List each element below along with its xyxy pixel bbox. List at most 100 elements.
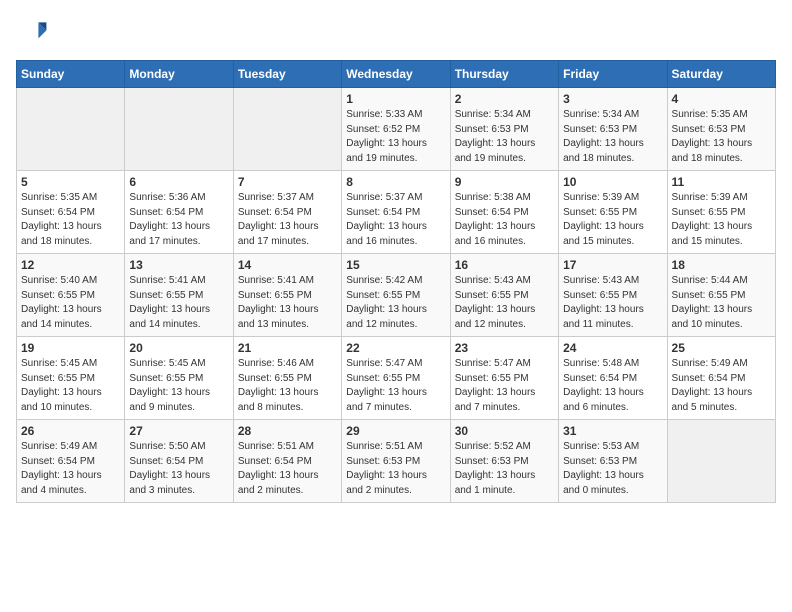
weekday-header-friday: Friday xyxy=(559,61,667,88)
calendar-cell: 16Sunrise: 5:43 AM Sunset: 6:55 PM Dayli… xyxy=(450,254,558,337)
day-info: Sunrise: 5:35 AM Sunset: 6:53 PM Dayligh… xyxy=(672,108,771,166)
calendar-cell: 2 Sunrise: 5:34 AM Sunset: 6:53 PM Daylig… xyxy=(450,88,558,171)
day-info: Sunrise: 5:51 AM Sunset: 6:54 PM Dayligh… xyxy=(238,440,337,498)
calendar-cell: 24 Sunrise: 5:48 AM Sunset: 6:54 PM Dayli… xyxy=(559,337,667,420)
day-number: 8 xyxy=(346,175,445,189)
weekday-header-tuesday: Tuesday xyxy=(233,61,341,88)
logo-icon xyxy=(16,16,48,48)
day-number: 7 xyxy=(238,175,337,189)
day-info: Sunrise: 5:50 AM Sunset: 6:54 PM Dayligh… xyxy=(129,440,228,498)
day-info: Sunrise: 5:49 AM Sunset: 6:54 PM Dayligh… xyxy=(672,357,771,415)
day-number: 23 xyxy=(455,341,554,355)
day-info: Sunrise: 5:43 AM Sunset: 6:55 PM Dayligh… xyxy=(563,274,662,332)
calendar-week-row: 26 Sunrise: 5:49 AM Sunset: 6:54 PM Dayli… xyxy=(17,420,776,503)
day-number: 12 xyxy=(21,258,120,272)
day-number: 10 xyxy=(563,175,662,189)
calendar-cell: 26 Sunrise: 5:49 AM Sunset: 6:54 PM Dayli… xyxy=(17,420,125,503)
day-info: Sunrise: 5:37 AM Sunset: 6:54 PM Dayligh… xyxy=(238,191,337,249)
calendar-week-row: 12 Sunrise: 5:40 AM Sunset: 6:55 PM Dayli… xyxy=(17,254,776,337)
calendar-cell: 12 Sunrise: 5:40 AM Sunset: 6:55 PM Dayli… xyxy=(17,254,125,337)
calendar-cell: 27 Sunrise: 5:50 AM Sunset: 6:54 PM Dayli… xyxy=(125,420,233,503)
calendar-cell: 17 Sunrise: 5:43 AM Sunset: 6:55 PM Dayli… xyxy=(559,254,667,337)
day-number: 4 xyxy=(672,92,771,106)
calendar-week-row: 5 Sunrise: 5:35 AM Sunset: 6:54 PM Daylig… xyxy=(17,171,776,254)
calendar-week-row: 1 Sunrise: 5:33 AM Sunset: 6:52 PM Daylig… xyxy=(17,88,776,171)
day-number: 27 xyxy=(129,424,228,438)
day-number: 21 xyxy=(238,341,337,355)
calendar-cell: 21 Sunrise: 5:46 AM Sunset: 6:55 PM Dayli… xyxy=(233,337,341,420)
day-number: 19 xyxy=(21,341,120,355)
day-info: Sunrise: 5:43 AM Sunset: 6:55 PM Dayligh… xyxy=(455,274,554,332)
logo xyxy=(16,16,52,48)
calendar-cell: 5 Sunrise: 5:35 AM Sunset: 6:54 PM Daylig… xyxy=(17,171,125,254)
day-info: Sunrise: 5:41 AM Sunset: 6:55 PM Dayligh… xyxy=(129,274,228,332)
day-info: Sunrise: 5:38 AM Sunset: 6:54 PM Dayligh… xyxy=(455,191,554,249)
calendar-cell: 18 Sunrise: 5:44 AM Sunset: 6:55 PM Dayli… xyxy=(667,254,775,337)
calendar-cell: 22 Sunrise: 5:47 AM Sunset: 6:55 PM Dayli… xyxy=(342,337,450,420)
calendar-cell: 15 Sunrise: 5:42 AM Sunset: 6:55 PM Dayli… xyxy=(342,254,450,337)
day-number: 15 xyxy=(346,258,445,272)
day-info: Sunrise: 5:46 AM Sunset: 6:55 PM Dayligh… xyxy=(238,357,337,415)
weekday-header-saturday: Saturday xyxy=(667,61,775,88)
day-number: 18 xyxy=(672,258,771,272)
weekday-header-monday: Monday xyxy=(125,61,233,88)
weekday-header-wednesday: Wednesday xyxy=(342,61,450,88)
calendar-cell: 28 Sunrise: 5:51 AM Sunset: 6:54 PM Dayli… xyxy=(233,420,341,503)
day-number: 1 xyxy=(346,92,445,106)
calendar-cell: 10 Sunrise: 5:39 AM Sunset: 6:55 PM Dayli… xyxy=(559,171,667,254)
day-info: Sunrise: 5:47 AM Sunset: 6:55 PM Dayligh… xyxy=(346,357,445,415)
calendar-cell: 4 Sunrise: 5:35 AM Sunset: 6:53 PM Daylig… xyxy=(667,88,775,171)
day-info: Sunrise: 5:35 AM Sunset: 6:54 PM Dayligh… xyxy=(21,191,120,249)
day-number: 2 xyxy=(455,92,554,106)
calendar-cell: 29 Sunrise: 5:51 AM Sunset: 6:53 PM Dayli… xyxy=(342,420,450,503)
day-info: Sunrise: 5:48 AM Sunset: 6:54 PM Dayligh… xyxy=(563,357,662,415)
page-header xyxy=(16,16,776,48)
calendar-cell: 20Sunrise: 5:45 AM Sunset: 6:55 PM Dayli… xyxy=(125,337,233,420)
day-number: 17 xyxy=(563,258,662,272)
day-info: Sunrise: 5:33 AM Sunset: 6:52 PM Dayligh… xyxy=(346,108,445,166)
day-info: Sunrise: 5:45 AM Sunset: 6:55 PM Dayligh… xyxy=(21,357,120,415)
day-number: 29 xyxy=(346,424,445,438)
calendar-cell: 30Sunrise: 5:52 AM Sunset: 6:53 PM Dayli… xyxy=(450,420,558,503)
day-info: Sunrise: 5:39 AM Sunset: 6:55 PM Dayligh… xyxy=(563,191,662,249)
day-info: Sunrise: 5:37 AM Sunset: 6:54 PM Dayligh… xyxy=(346,191,445,249)
calendar-cell: 14 Sunrise: 5:41 AM Sunset: 6:55 PM Dayli… xyxy=(233,254,341,337)
day-number: 31 xyxy=(563,424,662,438)
day-info: Sunrise: 5:36 AM Sunset: 6:54 PM Dayligh… xyxy=(129,191,228,249)
day-info: Sunrise: 5:34 AM Sunset: 6:53 PM Dayligh… xyxy=(563,108,662,166)
day-number: 6 xyxy=(129,175,228,189)
day-number: 24 xyxy=(563,341,662,355)
day-number: 22 xyxy=(346,341,445,355)
calendar-cell: 11Sunrise: 5:39 AM Sunset: 6:55 PM Dayli… xyxy=(667,171,775,254)
day-info: Sunrise: 5:42 AM Sunset: 6:55 PM Dayligh… xyxy=(346,274,445,332)
day-info: Sunrise: 5:44 AM Sunset: 6:55 PM Dayligh… xyxy=(672,274,771,332)
weekday-header-row: SundayMondayTuesdayWednesdayThursdayFrid… xyxy=(17,61,776,88)
calendar-cell xyxy=(125,88,233,171)
day-info: Sunrise: 5:45 AM Sunset: 6:55 PM Dayligh… xyxy=(129,357,228,415)
calendar-cell: 13 Sunrise: 5:41 AM Sunset: 6:55 PM Dayli… xyxy=(125,254,233,337)
calendar-cell: 9Sunrise: 5:38 AM Sunset: 6:54 PM Daylig… xyxy=(450,171,558,254)
calendar-cell: 8 Sunrise: 5:37 AM Sunset: 6:54 PM Daylig… xyxy=(342,171,450,254)
day-number: 5 xyxy=(21,175,120,189)
day-number: 30 xyxy=(455,424,554,438)
calendar-cell xyxy=(17,88,125,171)
day-info: Sunrise: 5:49 AM Sunset: 6:54 PM Dayligh… xyxy=(21,440,120,498)
day-number: 28 xyxy=(238,424,337,438)
day-number: 13 xyxy=(129,258,228,272)
day-info: Sunrise: 5:41 AM Sunset: 6:55 PM Dayligh… xyxy=(238,274,337,332)
calendar-cell xyxy=(667,420,775,503)
day-info: Sunrise: 5:40 AM Sunset: 6:55 PM Dayligh… xyxy=(21,274,120,332)
calendar-cell: 7 Sunrise: 5:37 AM Sunset: 6:54 PM Daylig… xyxy=(233,171,341,254)
calendar-cell: 23Sunrise: 5:47 AM Sunset: 6:55 PM Dayli… xyxy=(450,337,558,420)
calendar-cell: 1 Sunrise: 5:33 AM Sunset: 6:52 PM Daylig… xyxy=(342,88,450,171)
day-number: 25 xyxy=(672,341,771,355)
day-info: Sunrise: 5:51 AM Sunset: 6:53 PM Dayligh… xyxy=(346,440,445,498)
day-info: Sunrise: 5:34 AM Sunset: 6:53 PM Dayligh… xyxy=(455,108,554,166)
calendar-cell: 3Sunrise: 5:34 AM Sunset: 6:53 PM Daylig… xyxy=(559,88,667,171)
day-number: 14 xyxy=(238,258,337,272)
calendar-table: SundayMondayTuesdayWednesdayThursdayFrid… xyxy=(16,60,776,503)
calendar-cell: 6 Sunrise: 5:36 AM Sunset: 6:54 PM Daylig… xyxy=(125,171,233,254)
calendar-cell: 19 Sunrise: 5:45 AM Sunset: 6:55 PM Dayli… xyxy=(17,337,125,420)
weekday-header-sunday: Sunday xyxy=(17,61,125,88)
day-number: 26 xyxy=(21,424,120,438)
